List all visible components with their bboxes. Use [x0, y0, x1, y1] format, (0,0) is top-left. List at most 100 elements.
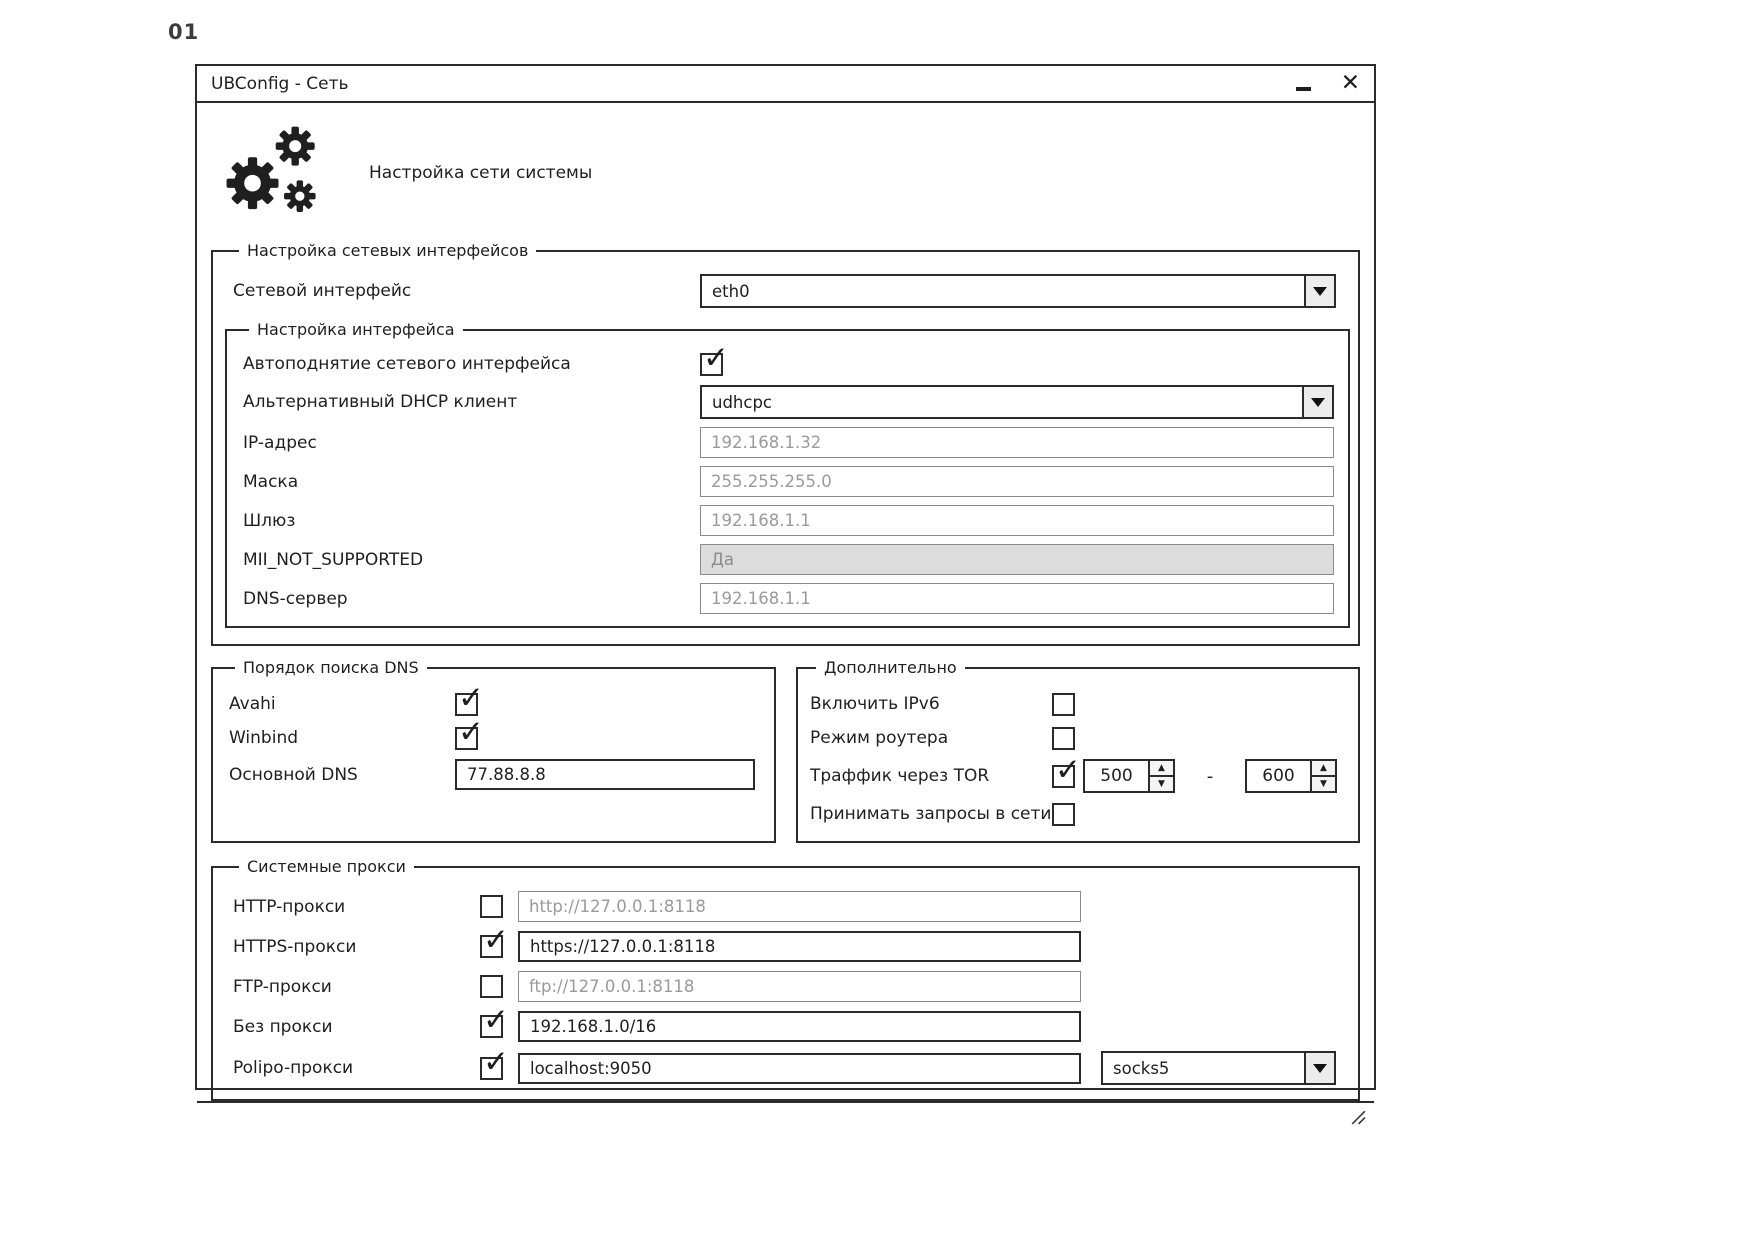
tor-port-from-buttons: ▲ ▼ [1148, 761, 1173, 791]
group-network-interfaces: Настройка сетевых интерфейсов Сетевой ин… [211, 241, 1360, 646]
window-title: UBConfig - Сеть [211, 74, 349, 94]
group-additional: Дополнительно Включить IPv6 ✓ Режим роут… [796, 658, 1360, 843]
spin-up-icon[interactable]: ▲ [1312, 761, 1335, 775]
group-interface-settings: Настройка интерфейса Автоподнятие сетево… [225, 320, 1350, 628]
https-proxy-checkbox[interactable]: ✓ [480, 935, 503, 958]
titlebar[interactable]: UBConfig - Сеть ✕ [197, 66, 1374, 103]
check-icon: ✓ [458, 714, 484, 750]
dhcp-client-label: Альтернативный DHCP клиент [243, 392, 700, 412]
no-proxy-checkbox[interactable]: ✓ [480, 1015, 503, 1038]
router-mode-checkbox[interactable]: ✓ [1052, 727, 1075, 750]
accept-requests-row: Принимать запросы в сети ✓ [810, 801, 1346, 827]
gateway-input[interactable] [700, 505, 1334, 536]
chevron-down-icon [1311, 398, 1325, 407]
interface-combo-button[interactable] [1304, 276, 1334, 306]
minimize-button[interactable] [1296, 74, 1311, 94]
interface-combo-value: eth0 [702, 276, 1304, 306]
window-controls: ✕ [1296, 72, 1360, 95]
avahi-label: Avahi [229, 694, 455, 714]
accept-requests-checkbox[interactable]: ✓ [1052, 803, 1075, 826]
group-dns-order-title: Порядок поиска DNS [235, 658, 427, 677]
spin-up-icon[interactable]: ▲ [1150, 761, 1173, 775]
group-additional-title: Дополнительно [816, 658, 965, 677]
http-proxy-checkbox[interactable]: ✓ [480, 895, 503, 918]
https-proxy-input[interactable] [518, 931, 1081, 962]
page-canvas: 01 UBConfig - Сеть ✕ [0, 0, 1753, 1240]
group-interface-settings-title: Настройка интерфейса [249, 320, 463, 339]
auto-up-label: Автоподнятие сетевого интерфейса [243, 354, 700, 374]
no-proxy-input[interactable] [518, 1011, 1081, 1042]
gears-icon [221, 122, 323, 224]
close-button[interactable]: ✕ [1341, 72, 1360, 95]
polipo-protocol-combo-button[interactable] [1304, 1053, 1334, 1083]
http-proxy-input[interactable] [518, 891, 1081, 922]
winbind-row: Winbind ✓ [229, 725, 752, 751]
check-icon: ✓ [1055, 752, 1081, 788]
primary-dns-input[interactable] [455, 759, 755, 790]
check-icon: ✓ [483, 1044, 509, 1080]
group-network-interfaces-title: Настройка сетевых интерфейсов [239, 241, 536, 260]
spin-down-icon[interactable]: ▼ [1312, 775, 1335, 791]
auto-up-checkbox[interactable]: ✓ [700, 353, 723, 376]
polipo-protocol-combo[interactable]: socks5 [1101, 1051, 1336, 1085]
mask-row: Маска [243, 466, 1334, 497]
polipo-protocol-value: socks5 [1103, 1053, 1304, 1083]
ftp-proxy-checkbox[interactable]: ✓ [480, 975, 503, 998]
tor-port-from-spinner[interactable]: 500 ▲ ▼ [1083, 759, 1175, 793]
ipv6-checkbox[interactable]: ✓ [1052, 693, 1075, 716]
https-proxy-row: HTTPS-прокси ✓ [233, 931, 1336, 962]
tor-port-to-buttons: ▲ ▼ [1310, 761, 1335, 791]
close-icon: ✕ [1341, 70, 1360, 96]
tor-port-to-value: 600 [1247, 761, 1310, 791]
https-proxy-label: HTTPS-прокси [233, 937, 480, 957]
mask-input[interactable] [700, 466, 1334, 497]
polipo-proxy-checkbox[interactable]: ✓ [480, 1057, 503, 1080]
middle-groups: Порядок поиска DNS Avahi ✓ Winbind ✓ Осн… [211, 658, 1360, 843]
group-system-proxies: Системные прокси HTTP-прокси ✓ HTTPS-про… [211, 857, 1360, 1101]
winbind-label: Winbind [229, 728, 455, 748]
spin-down-icon[interactable]: ▼ [1150, 775, 1173, 791]
gateway-row: Шлюз [243, 505, 1334, 536]
tor-checkbox[interactable]: ✓ [1052, 765, 1075, 788]
accept-requests-label: Принимать запросы в сети [810, 804, 1052, 824]
ftp-proxy-label: FTP-прокси [233, 977, 480, 997]
window-body: Настройка сети системы Настройка сетевых… [197, 103, 1374, 1101]
port-range-dash: - [1205, 766, 1215, 787]
dhcp-client-combo-value: udhcpc [702, 387, 1302, 417]
minimize-icon [1296, 87, 1311, 91]
ipv6-label: Включить IPv6 [810, 694, 1052, 714]
tor-port-from-value: 500 [1085, 761, 1148, 791]
interface-row: Сетевой интерфейс eth0 [233, 274, 1336, 308]
mii-row: MII_NOT_SUPPORTED [243, 544, 1334, 575]
no-proxy-label: Без прокси [233, 1017, 480, 1037]
dhcp-client-combo-button[interactable] [1302, 387, 1332, 417]
ftp-proxy-row: FTP-прокси ✓ [233, 971, 1336, 1002]
dialog-subtitle: Настройка сети системы [369, 163, 592, 183]
auto-up-row: Автоподнятие сетевого интерфейса ✓ [243, 351, 1334, 377]
dhcp-client-row: Альтернативный DHCP клиент udhcpc [243, 385, 1334, 419]
tor-port-to-spinner[interactable]: 600 ▲ ▼ [1245, 759, 1337, 793]
group-dns-order: Порядок поиска DNS Avahi ✓ Winbind ✓ Осн… [211, 658, 776, 843]
ip-row: IP-адрес [243, 427, 1334, 458]
interface-label: Сетевой интерфейс [233, 281, 700, 301]
ftp-proxy-input[interactable] [518, 971, 1081, 1002]
dns-server-input[interactable] [700, 583, 1334, 614]
ip-input[interactable] [700, 427, 1334, 458]
gateway-label: Шлюз [243, 511, 700, 531]
mii-input [700, 544, 1334, 575]
check-icon: ✓ [483, 1002, 509, 1038]
winbind-checkbox[interactable]: ✓ [455, 727, 478, 750]
polipo-proxy-input[interactable] [518, 1053, 1081, 1084]
interface-combo[interactable]: eth0 [700, 274, 1336, 308]
chevron-down-icon [1313, 1064, 1327, 1073]
tor-label: Траффик через TOR [810, 766, 1052, 786]
primary-dns-row: Основной DNS [229, 759, 752, 790]
chevron-down-icon [1313, 287, 1327, 296]
polipo-proxy-row: Polipo-прокси ✓ socks5 [233, 1051, 1336, 1085]
resize-grip[interactable] [1349, 1108, 1366, 1125]
statusbar [197, 1101, 1374, 1129]
avahi-checkbox[interactable]: ✓ [455, 693, 478, 716]
dhcp-client-combo[interactable]: udhcpc [700, 385, 1334, 419]
router-mode-label: Режим роутера [810, 728, 1052, 748]
http-proxy-row: HTTP-прокси ✓ [233, 891, 1336, 922]
